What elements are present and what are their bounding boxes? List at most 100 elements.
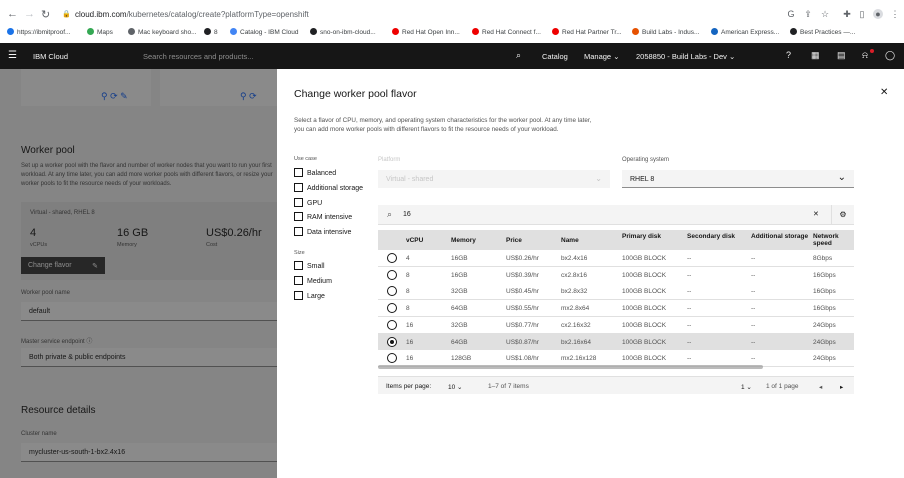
- bookmark-item[interactable]: Mac keyboard sho...: [128, 28, 197, 36]
- clipboard-icon[interactable]: ▤: [837, 50, 846, 61]
- bookmark-star-icon[interactable]: ☆: [820, 9, 830, 19]
- table-row[interactable]: 8 32GB US$0.45/hr bx2.8x32 100GB BLOCK -- -- 16…: [378, 283, 854, 301]
- table-row[interactable]: 8 16GB US$0.39/hr cx2.8x16 100GB BLOCK -- -- 16…: [378, 266, 854, 284]
- row-radio-button[interactable]: [387, 336, 397, 347]
- table-row[interactable]: 8 64GB US$0.55/hr mx2.8x64 100GB BLOCK -- -- 16…: [378, 300, 854, 318]
- use-case-checkbox[interactable]: Additional storage: [294, 182, 364, 192]
- size-checkbox[interactable]: Medium: [294, 275, 332, 285]
- clear-search-icon[interactable]: ✕: [813, 210, 819, 218]
- help-icon[interactable]: ?: [786, 50, 791, 60]
- page-count: 1 of 1 page: [766, 383, 799, 390]
- settings-gear-icon[interactable]: ⚙: [831, 205, 854, 225]
- column-header[interactable]: Primary disk: [622, 233, 683, 240]
- bookmark-item[interactable]: Best Practices —...: [790, 28, 855, 36]
- table-search[interactable]: ⌕ 16 ✕ ⚙: [378, 205, 854, 225]
- items-range: 1–7 of 7 items: [488, 383, 529, 390]
- column-header[interactable]: Secondary disk: [687, 233, 747, 240]
- bookmark-item[interactable]: Red Hat Connect f...: [472, 28, 541, 36]
- table-cell-additional: --: [751, 338, 756, 346]
- size-checkbox[interactable]: Large: [294, 290, 325, 300]
- share-icon[interactable]: ⇪: [803, 9, 813, 19]
- back-icon[interactable]: ←: [7, 8, 18, 20]
- change-flavor-modal: Change worker pool flavor ✕ Select a fla…: [277, 69, 904, 478]
- previous-page-icon[interactable]: ◂: [819, 383, 822, 391]
- page-select[interactable]: 1 ⌄: [741, 383, 752, 391]
- use-case-checkbox[interactable]: GPU: [294, 197, 322, 207]
- lock-icon[interactable]: 🔒: [62, 10, 71, 18]
- sidepanel-icon[interactable]: ▯: [857, 9, 867, 19]
- size-checkbox[interactable]: Small: [294, 261, 325, 270]
- catalog-link[interactable]: Catalog: [542, 52, 568, 61]
- bookmark-label: Build Labs - Indus...: [642, 29, 700, 36]
- profile-icon[interactable]: ●: [873, 9, 883, 19]
- bookmark-item[interactable]: Red Hat Partner Tr...: [552, 28, 622, 36]
- reload-icon[interactable]: ↻: [41, 8, 50, 21]
- table-cell-vcpu: 16: [406, 338, 414, 346]
- checkbox-box[interactable]: [294, 168, 303, 177]
- modal-overlay[interactable]: [0, 69, 277, 478]
- table-cell-name: mx2.8x64: [561, 305, 590, 313]
- table-cell-price: US$1.08/hr: [506, 355, 539, 363]
- row-radio-button[interactable]: [387, 269, 397, 280]
- os-value: RHEL 8: [630, 176, 655, 183]
- checkbox-box[interactable]: [294, 182, 303, 192]
- checkbox-box[interactable]: [294, 197, 303, 207]
- google-icon[interactable]: G: [786, 9, 796, 19]
- table-cell-primary: 100GB BLOCK: [622, 321, 667, 329]
- checkbox-box[interactable]: [294, 261, 303, 270]
- row-radio-button[interactable]: [387, 286, 397, 297]
- bookmark-item[interactable]: Red Hat Open Inn...: [392, 28, 460, 36]
- forward-icon[interactable]: →: [24, 8, 35, 20]
- column-header[interactable]: Name: [561, 237, 618, 244]
- bookmark-item[interactable]: Maps: [87, 28, 113, 36]
- bookmark-item[interactable]: sno-on-ibm-cloud...: [310, 28, 376, 36]
- notification-icon[interactable]: ⍾: [862, 50, 868, 61]
- table-row[interactable]: 16 32GB US$0.77/hr cx2.16x32 100GB BLOCK -- --…: [378, 316, 854, 334]
- os-select[interactable]: RHEL 8 ⌄: [622, 170, 854, 188]
- checkbox-box[interactable]: [294, 227, 303, 237]
- bookmark-item[interactable]: 8: [204, 28, 218, 36]
- bookmark-item[interactable]: Catalog - IBM Cloud: [230, 28, 299, 36]
- next-page-icon[interactable]: ▸: [840, 383, 843, 391]
- bookmark-item[interactable]: American Express...: [711, 28, 779, 36]
- use-case-checkbox[interactable]: RAM intensive: [294, 212, 352, 222]
- address-bar[interactable]: cloud.ibm.com/kubernetes/catalog/create?…: [75, 10, 309, 19]
- menu-icon[interactable]: ⋮: [890, 9, 900, 19]
- items-per-page-select[interactable]: 10 ⌄: [448, 383, 463, 391]
- extensions-icon[interactable]: ✚: [842, 9, 852, 19]
- user-icon[interactable]: ◯: [885, 50, 895, 61]
- modal-description: Select a flavor of CPU, memory, and oper…: [294, 117, 592, 133]
- checkbox-box[interactable]: [294, 290, 303, 300]
- table-cell-price: US$0.39/hr: [506, 271, 539, 279]
- use-case-checkbox[interactable]: Balanced: [294, 168, 336, 177]
- bookmark-item[interactable]: Build Labs - Indus...: [632, 28, 699, 36]
- row-radio-button[interactable]: [387, 319, 397, 330]
- table-row[interactable]: 4 16GB US$0.26/hr bx2.4x16 100GB BLOCK -- -- 8G…: [378, 250, 854, 267]
- table-cell-vcpu: 16: [406, 321, 414, 329]
- hamburger-icon[interactable]: ☰: [8, 50, 17, 61]
- row-radio-button[interactable]: [387, 303, 397, 314]
- table-cell-name: cx2.16x32: [561, 321, 591, 329]
- checkbox-box[interactable]: [294, 275, 303, 285]
- use-case-checkbox[interactable]: Data intensive: [294, 227, 351, 237]
- table-cell-vcpu: 8: [406, 288, 410, 296]
- column-header[interactable]: Additional storage: [751, 233, 809, 240]
- column-header[interactable]: vCPU: [406, 237, 447, 244]
- column-header[interactable]: Network speed: [813, 233, 853, 247]
- brand-name[interactable]: IBM Cloud: [33, 52, 68, 61]
- column-header[interactable]: Price: [506, 237, 557, 244]
- checkbox-label: Additional storage: [307, 184, 364, 192]
- account-switcher[interactable]: 2058850 - Build Labs - Dev ⌄: [636, 52, 735, 61]
- bookmark-item[interactable]: https://ibmitproof...: [7, 28, 70, 36]
- row-radio-button[interactable]: [387, 253, 397, 263]
- column-header[interactable]: Memory: [451, 237, 502, 244]
- manage-menu[interactable]: Manage ⌄: [584, 52, 619, 61]
- search-icon[interactable]: ⌕: [516, 50, 521, 61]
- cost-icon[interactable]: ▦: [811, 50, 820, 61]
- search-input[interactable]: Search resources and products...: [143, 52, 253, 61]
- horizontal-scrollbar[interactable]: [378, 365, 763, 369]
- row-radio-button[interactable]: [387, 353, 397, 364]
- checkbox-box[interactable]: [294, 212, 303, 222]
- close-icon[interactable]: ✕: [880, 87, 888, 98]
- table-row[interactable]: 16 64GB US$0.87/hr bx2.16x64 100GB BLOCK -- --…: [378, 333, 854, 351]
